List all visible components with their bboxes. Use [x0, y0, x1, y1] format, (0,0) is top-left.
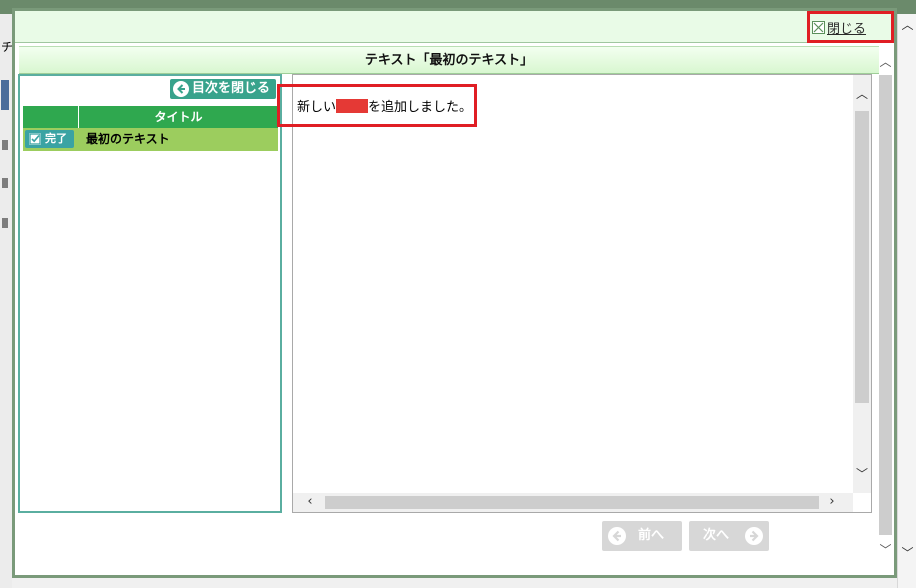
background-icon	[2, 218, 8, 228]
scrollbar-track[interactable]	[879, 75, 892, 535]
annotation-box-content	[277, 84, 477, 127]
toc-table-header: タイトル	[23, 106, 278, 128]
background-icon	[2, 178, 8, 188]
close-toc-button[interactable]: 目次を閉じる	[170, 79, 276, 99]
toc-row[interactable]: 完了 最初のテキスト	[23, 128, 278, 151]
toc-panel: 目次を閉じる タイトル 完了 最初のテキスト	[18, 74, 282, 513]
prev-label: 前へ	[638, 528, 665, 543]
close-toc-label: 目次を閉じる	[192, 81, 271, 96]
content-vertical-scrollbar[interactable]: ︿ ﹀	[853, 75, 871, 493]
content-horizontal-scrollbar[interactable]: ‹ ›	[293, 493, 853, 512]
scroll-down-icon[interactable]: ﹀	[853, 465, 871, 482]
dialog-title: テキスト「最初のテキスト」	[19, 46, 879, 74]
scroll-right-icon[interactable]: ›	[823, 494, 841, 509]
arrow-right-circle-icon	[745, 527, 763, 545]
prev-button[interactable]: 前へ	[602, 521, 682, 551]
scroll-up-icon[interactable]: ︿	[853, 85, 871, 102]
scroll-down-icon[interactable]: ﹀	[877, 541, 894, 558]
check-square-icon	[29, 133, 41, 145]
scroll-down-icon[interactable]: ﹀	[898, 544, 916, 561]
background-page-left	[0, 14, 12, 588]
dialog-top-bar	[15, 11, 894, 43]
status-badge: 完了	[25, 130, 74, 148]
content-panel: 新しい を追加しました。 ︿ ﹀ ‹ ›	[292, 74, 872, 513]
arrow-left-circle-icon	[608, 527, 626, 545]
scroll-up-icon[interactable]: ︿	[898, 16, 916, 33]
status-label: 完了	[45, 132, 67, 145]
status-column-header	[23, 106, 79, 128]
scroll-left-icon[interactable]: ‹	[301, 494, 319, 509]
background-tab	[1, 80, 9, 110]
dialog-scrollbar[interactable]: ︿ ﹀	[877, 51, 894, 561]
text-viewer-dialog: 閉じる テキスト「最初のテキスト」 ︿ ﹀ 目次を閉じる タイトル 完了 最初の…	[12, 8, 897, 578]
next-button[interactable]: 次へ	[689, 521, 769, 551]
title-column-header: タイトル	[79, 106, 278, 128]
toc-row-title[interactable]: 最初のテキスト	[86, 128, 170, 151]
annotation-box-close	[807, 11, 894, 43]
scroll-up-icon[interactable]: ︿	[877, 53, 894, 70]
scrollbar-thumb[interactable]	[325, 496, 819, 509]
page-scrollbar[interactable]: ︿ ﹀	[897, 14, 916, 588]
next-label: 次へ	[703, 528, 730, 543]
scrollbar-thumb[interactable]	[855, 111, 869, 403]
background-icon	[2, 140, 8, 150]
arrow-left-circle-icon	[173, 81, 189, 97]
